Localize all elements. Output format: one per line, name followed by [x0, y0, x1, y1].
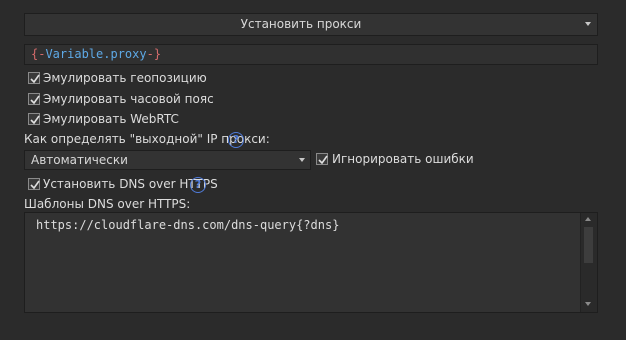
proxy-variable: Variable.proxy	[45, 47, 147, 61]
dns-templates-label: Шаблоны DNS over HTTPS:	[24, 197, 191, 211]
scroll-down-icon[interactable]	[585, 302, 591, 306]
variable-close-brace: -}	[146, 47, 162, 61]
emulate-webrtc-checkbox[interactable]	[28, 113, 40, 125]
outbound-ip-value: Автоматически	[31, 153, 128, 167]
emulate-geo-label: Эмулировать геопозицию	[43, 71, 207, 85]
ignore-errors-label: Игнорировать ошибки	[332, 152, 474, 166]
chevron-down-icon	[299, 158, 305, 162]
scrollbar-thumb[interactable]	[584, 227, 593, 263]
proxy-mode-value: Установить прокси	[240, 17, 362, 31]
vertical-scrollbar[interactable]	[580, 213, 597, 312]
dns-templates-value: https://cloudflare-dns.com/dns-query{?dn…	[36, 218, 340, 232]
scroll-up-icon[interactable]	[585, 217, 591, 221]
help-icon[interactable]: ?	[190, 177, 206, 193]
emulate-timezone-checkbox[interactable]	[28, 93, 40, 105]
proxy-string-input[interactable]: {-Variable.proxy-}	[24, 44, 598, 65]
set-dns-https-checkbox[interactable]	[28, 178, 40, 190]
checkmark-icon	[30, 95, 40, 105]
chevron-down-icon	[585, 22, 591, 26]
checkmark-icon	[30, 115, 40, 125]
emulate-timezone-label: Эмулировать часовой пояс	[43, 92, 214, 106]
dns-templates-textarea[interactable]: https://cloudflare-dns.com/dns-query{?dn…	[24, 212, 598, 313]
checkmark-icon	[30, 74, 40, 84]
ignore-errors-checkbox[interactable]	[316, 153, 328, 165]
emulate-webrtc-label: Эмулировать WebRTC	[43, 112, 179, 126]
checkmark-icon	[30, 180, 40, 190]
variable-open-brace: {-	[31, 47, 46, 61]
proxy-mode-select[interactable]: Установить прокси	[24, 13, 598, 36]
outbound-ip-select[interactable]: Автоматически	[24, 150, 311, 170]
emulate-geo-checkbox[interactable]	[28, 72, 40, 84]
help-icon[interactable]: ?	[228, 132, 244, 148]
checkmark-icon	[318, 155, 328, 165]
